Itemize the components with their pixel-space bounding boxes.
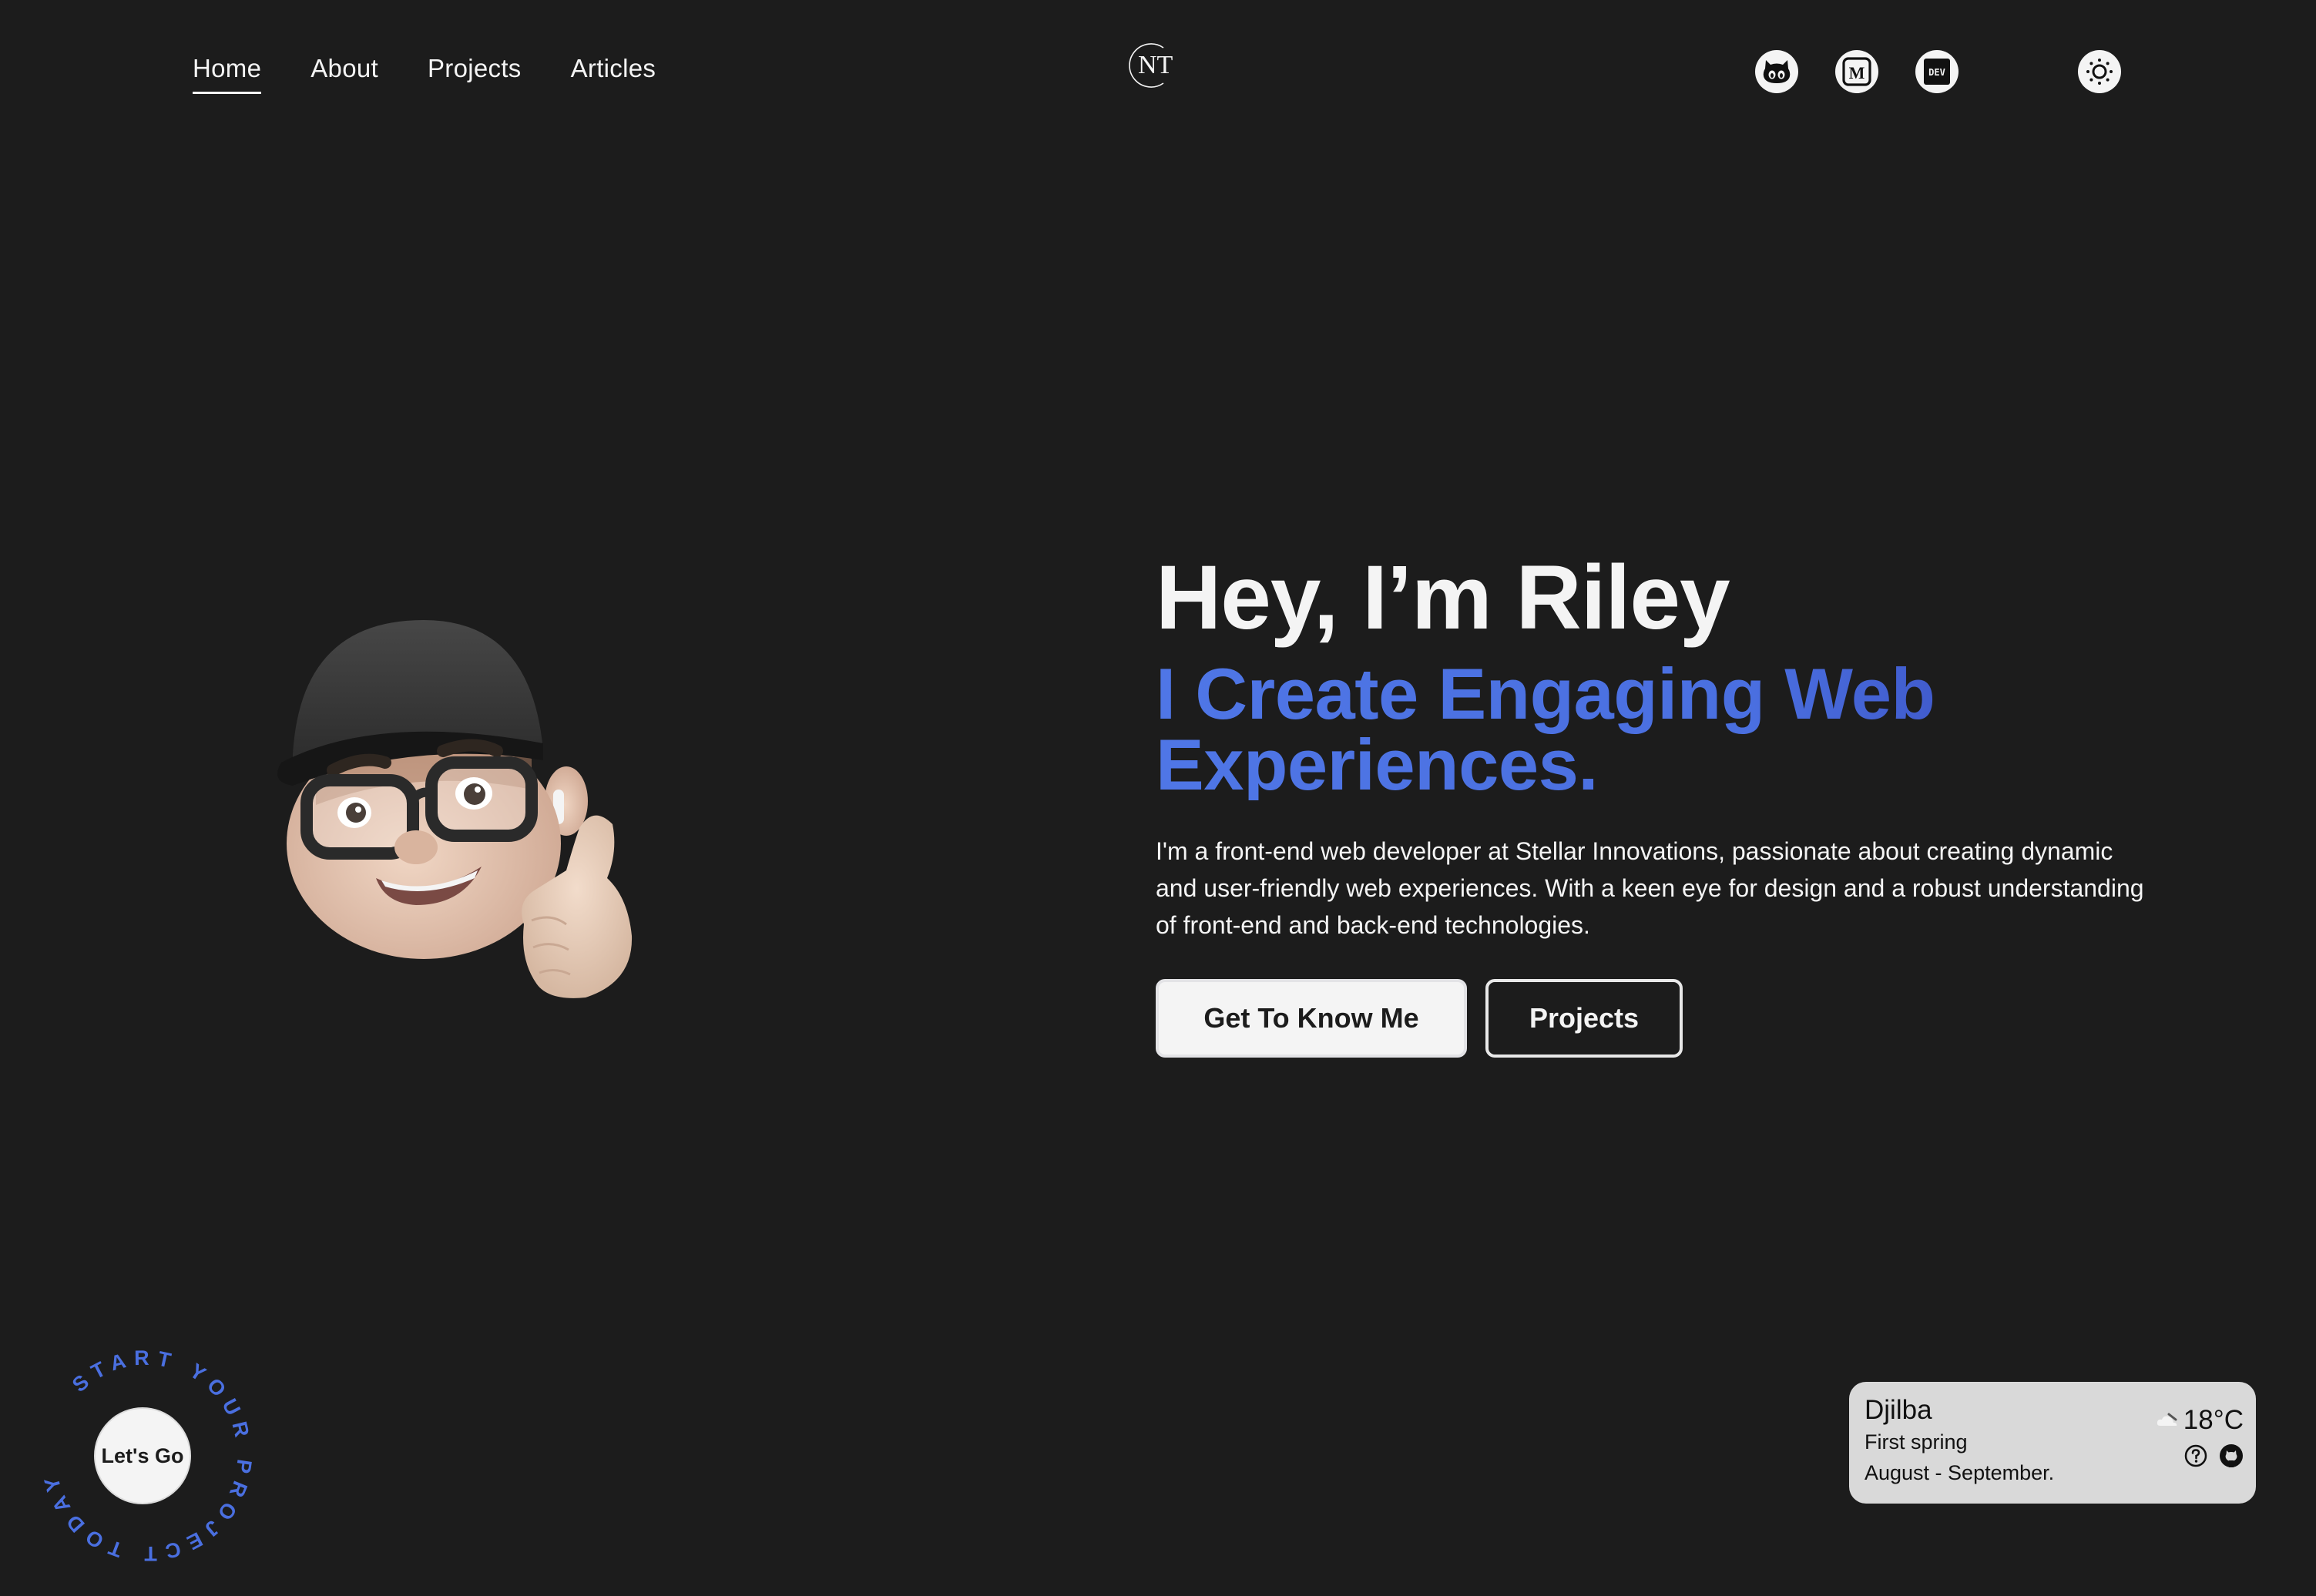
cloud-icon bbox=[2157, 1413, 2177, 1426]
nav-home[interactable]: Home bbox=[193, 54, 262, 94]
nav-about[interactable]: About bbox=[310, 54, 378, 89]
hero-actions: Get To Know Me Projects bbox=[1156, 979, 2150, 1058]
dev-link[interactable]: DEV bbox=[1915, 50, 1959, 93]
social-links: M DEV bbox=[1755, 50, 1959, 93]
dev-icon: DEV bbox=[1924, 59, 1950, 85]
nav-projects[interactable]: Projects bbox=[428, 54, 522, 89]
medium-icon: M bbox=[1842, 57, 1871, 86]
hero-subtitle: I Create Engaging Web Experiences. bbox=[1156, 657, 2150, 800]
weather-info: 18°C bbox=[2156, 1405, 2244, 1468]
nav-articles[interactable]: Articles bbox=[571, 54, 656, 89]
main-nav: Home About Projects Articles bbox=[193, 54, 656, 94]
hero-title: Hey, I’m Riley bbox=[1156, 547, 1730, 649]
help-icon[interactable] bbox=[2183, 1443, 2208, 1468]
medium-link[interactable]: M bbox=[1835, 50, 1878, 93]
github-icon[interactable] bbox=[2219, 1443, 2244, 1468]
theme-toggle-button[interactable] bbox=[2078, 50, 2121, 93]
svg-text:M: M bbox=[1849, 63, 1865, 82]
site-logo[interactable]: NT bbox=[1123, 37, 1193, 91]
svg-text:DEV: DEV bbox=[1928, 67, 1945, 78]
logo-text: NT bbox=[1138, 51, 1173, 79]
github-icon bbox=[1763, 60, 1791, 83]
sun-icon bbox=[2086, 59, 2113, 85]
avatar-memoji bbox=[262, 597, 663, 1013]
hero-section: Hey, I’m Riley I Create Engaging Web Exp… bbox=[1156, 547, 2150, 1058]
temperature: 18°C bbox=[2183, 1405, 2244, 1435]
projects-button[interactable]: Projects bbox=[1485, 979, 1683, 1058]
lets-go-button[interactable]: Let's Go bbox=[94, 1407, 191, 1504]
weather-widget: Djilba First spring August - September. … bbox=[1849, 1382, 2256, 1504]
hero-description: I'm a front-end web developer at Stellar… bbox=[1156, 837, 2144, 940]
get-to-know-me-button[interactable]: Get To Know Me bbox=[1156, 979, 1467, 1058]
github-link[interactable] bbox=[1755, 50, 1798, 93]
